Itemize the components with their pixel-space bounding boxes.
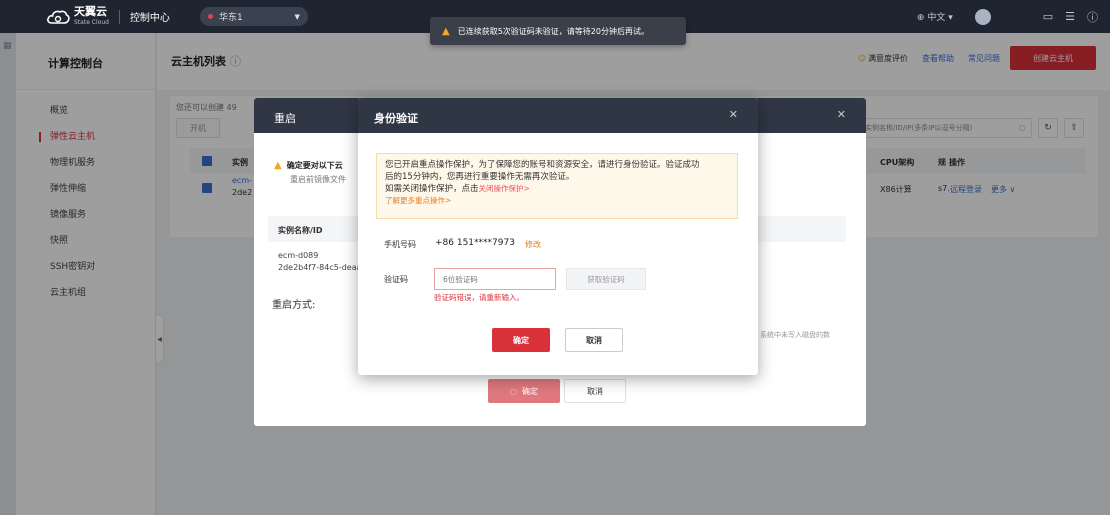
- modify-phone-link[interactable]: 修改: [525, 239, 541, 250]
- logo-text: 天翼云 State Cloud: [74, 4, 109, 26]
- verification-code-input[interactable]: [434, 268, 556, 290]
- get-code-button[interactable]: 获取验证码: [566, 268, 646, 290]
- settings-icon[interactable]: ☰: [1065, 10, 1075, 23]
- language-selector[interactable]: ⊕ 中文 ▾: [917, 10, 953, 23]
- restart-confirm-button[interactable]: ◌ 确定: [488, 379, 560, 403]
- cloud-logo-icon: [47, 10, 70, 24]
- restart-note: 系统中未写入磁盘的数: [760, 331, 830, 339]
- warning-icon: ▲: [274, 160, 282, 171]
- help-icon[interactable]: ⓘ: [1087, 9, 1098, 25]
- code-label: 验证码: [384, 275, 408, 284]
- identity-confirm-button[interactable]: 确定: [492, 328, 550, 352]
- close-icon[interactable]: ✕: [837, 108, 846, 121]
- restart-dialog-title: 重启: [274, 112, 296, 125]
- region-selector[interactable]: 华东1 ▼: [199, 7, 308, 26]
- top-right-tools: ⊕ 中文 ▾ ▭ ☰ ⓘ: [917, 0, 1098, 33]
- identity-dialog: 身份验证 ✕ 您已开启重点操作保护，为了保障您的账号和资源安全，请进行身份验证。…: [358, 98, 758, 375]
- avatar[interactable]: [974, 8, 991, 25]
- rate-limit-toast: ▲ 已连续获取5次验证码未验证，请等待20分钟后再试。: [430, 17, 686, 45]
- message-icon[interactable]: ▭: [1043, 10, 1053, 23]
- identity-dialog-title: 身份验证: [374, 112, 418, 125]
- identity-cancel-button[interactable]: 取消: [565, 328, 623, 352]
- phone-number: +86 151****7973: [435, 238, 515, 248]
- close-icon[interactable]: ✕: [729, 108, 738, 121]
- chevron-down-icon: ▼: [294, 12, 300, 21]
- console-link[interactable]: 控制中心: [130, 9, 170, 24]
- divider: [118, 9, 120, 24]
- loading-icon: ◌: [510, 386, 517, 396]
- restart-table-row: ecm-d089 2de2b4f7-84c5-deaa-: [278, 251, 365, 272]
- location-icon: [207, 14, 213, 19]
- restart-warning: ▲ 确定要对以下云 重启前镜像文件: [274, 160, 346, 184]
- warning-icon: ▲: [442, 25, 450, 37]
- identity-dialog-header: 身份验证 ✕: [358, 98, 758, 133]
- phone-label: 手机号码: [384, 240, 416, 249]
- close-protection-link[interactable]: 关闭操作保护>: [479, 184, 530, 193]
- restart-mode-label: 重启方式:: [272, 300, 316, 311]
- learn-more-link[interactable]: 了解更多重点操作>: [385, 195, 729, 207]
- protection-notice: 您已开启重点操作保护，为了保障您的账号和资源安全，请进行身份验证。验证成功 后的…: [376, 153, 738, 219]
- code-error-message: 验证码错误，请重新输入。: [434, 293, 524, 302]
- logo[interactable]: 天翼云 State Cloud: [46, 6, 109, 28]
- region-label: 华东1: [218, 13, 243, 23]
- restart-cancel-button[interactable]: 取消: [564, 379, 626, 403]
